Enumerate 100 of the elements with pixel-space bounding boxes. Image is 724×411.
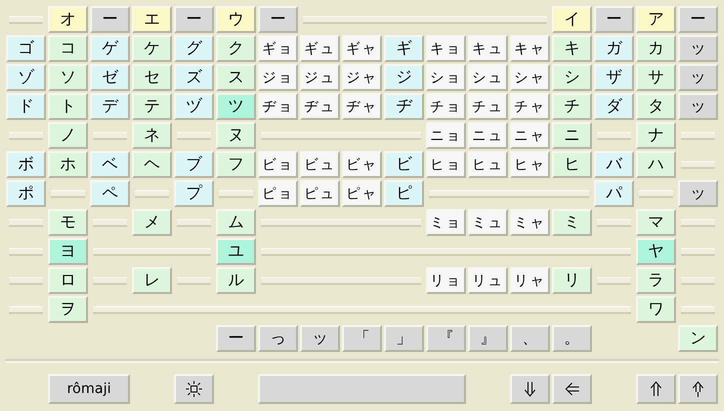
kana-key[interactable]: チ: [552, 93, 592, 120]
kana-key[interactable]: ギャ: [342, 35, 382, 62]
kana-key[interactable]: ヒャ: [510, 151, 550, 178]
kana-key[interactable]: メ: [132, 209, 172, 236]
kana-key[interactable]: キョ: [426, 35, 466, 62]
kana-key[interactable]: ジ: [384, 64, 424, 91]
kana-key[interactable]: ヘ: [132, 151, 172, 178]
kana-key[interactable]: モ: [48, 209, 88, 236]
kana-key[interactable]: ニュ: [468, 122, 508, 149]
kana-key[interactable]: ポ: [6, 180, 46, 207]
kana-key[interactable]: ニ: [552, 122, 592, 149]
kana-key[interactable]: ジュ: [300, 64, 340, 91]
kana-key[interactable]: ギョ: [258, 35, 298, 62]
kana-key[interactable]: ゲ: [90, 35, 130, 62]
kana-key[interactable]: ビョ: [258, 151, 298, 178]
kana-key[interactable]: イ: [552, 6, 592, 33]
kana-key[interactable]: チュ: [468, 93, 508, 120]
kana-key[interactable]: グ: [174, 35, 214, 62]
kana-key[interactable]: ー: [678, 6, 718, 33]
kana-key[interactable]: ヤ: [636, 238, 676, 265]
kana-key[interactable]: っ: [258, 325, 298, 352]
kana-key[interactable]: ヒュ: [468, 151, 508, 178]
kana-key[interactable]: ル: [216, 267, 256, 294]
kana-key[interactable]: サ: [636, 64, 676, 91]
kana-key[interactable]: フ: [216, 151, 256, 178]
kana-key[interactable]: タ: [636, 93, 676, 120]
kana-key[interactable]: ー: [594, 6, 634, 33]
kana-key[interactable]: ズ: [174, 64, 214, 91]
kana-key[interactable]: シュ: [468, 64, 508, 91]
kana-key[interactable]: ギ: [384, 35, 424, 62]
kana-key[interactable]: テ: [132, 93, 172, 120]
kana-key[interactable]: ア: [636, 6, 676, 33]
kana-key[interactable]: ゼ: [90, 64, 130, 91]
kana-key[interactable]: ダ: [594, 93, 634, 120]
kana-key[interactable]: 』: [468, 325, 508, 352]
kana-key[interactable]: セ: [132, 64, 172, 91]
kana-key[interactable]: マ: [636, 209, 676, 236]
double-left-arrow-button[interactable]: [552, 374, 592, 404]
kana-key[interactable]: ブ: [174, 151, 214, 178]
kana-key[interactable]: ペ: [90, 180, 130, 207]
kana-key[interactable]: キャ: [510, 35, 550, 62]
kana-key[interactable]: ピ: [384, 180, 424, 207]
kana-key[interactable]: シャ: [510, 64, 550, 91]
kana-key[interactable]: ワ: [636, 296, 676, 323]
kana-key[interactable]: ピョ: [258, 180, 298, 207]
double-up-arrow-button[interactable]: [636, 374, 676, 404]
kana-key[interactable]: 」: [384, 325, 424, 352]
kana-key[interactable]: 、: [510, 325, 550, 352]
kana-key[interactable]: ヂャ: [342, 93, 382, 120]
kana-key[interactable]: ソ: [48, 64, 88, 91]
kana-key[interactable]: チョ: [426, 93, 466, 120]
sun-button[interactable]: [174, 374, 214, 404]
kana-key[interactable]: ヌ: [216, 122, 256, 149]
kana-key[interactable]: パ: [594, 180, 634, 207]
up-arrow-button[interactable]: [678, 374, 718, 404]
kana-key[interactable]: ッ: [678, 64, 718, 91]
double-down-arrow-button[interactable]: [510, 374, 550, 404]
kana-key[interactable]: ミョ: [426, 209, 466, 236]
kana-key[interactable]: ッ: [300, 325, 340, 352]
kana-key[interactable]: ヨ: [48, 238, 88, 265]
kana-key[interactable]: ー: [174, 6, 214, 33]
kana-key[interactable]: ミャ: [510, 209, 550, 236]
kana-key[interactable]: カ: [636, 35, 676, 62]
kana-key[interactable]: ジョ: [258, 64, 298, 91]
kana-key[interactable]: ヂョ: [258, 93, 298, 120]
kana-key[interactable]: チャ: [510, 93, 550, 120]
kana-key[interactable]: ヂュ: [300, 93, 340, 120]
kana-key[interactable]: キ: [552, 35, 592, 62]
kana-key[interactable]: ム: [216, 209, 256, 236]
kana-key[interactable]: ノ: [48, 122, 88, 149]
kana-key[interactable]: ウ: [216, 6, 256, 33]
kana-key[interactable]: ギュ: [300, 35, 340, 62]
kana-key[interactable]: ー: [258, 6, 298, 33]
kana-key[interactable]: ピュ: [300, 180, 340, 207]
kana-key[interactable]: バ: [594, 151, 634, 178]
kana-key[interactable]: 「: [342, 325, 382, 352]
kana-key[interactable]: ショ: [426, 64, 466, 91]
kana-key[interactable]: ビ: [384, 151, 424, 178]
kana-key[interactable]: ド: [6, 93, 46, 120]
kana-key[interactable]: デ: [90, 93, 130, 120]
kana-key[interactable]: ス: [216, 64, 256, 91]
kana-key[interactable]: ヲ: [48, 296, 88, 323]
kana-key[interactable]: ク: [216, 35, 256, 62]
kana-key[interactable]: 。: [552, 325, 592, 352]
kana-key[interactable]: ベ: [90, 151, 130, 178]
kana-key[interactable]: ヅ: [174, 93, 214, 120]
kana-key[interactable]: ビュ: [300, 151, 340, 178]
kana-key[interactable]: ヒ: [552, 151, 592, 178]
kana-key[interactable]: ー: [216, 325, 256, 352]
kana-key[interactable]: エ: [132, 6, 172, 33]
kana-key[interactable]: シ: [552, 64, 592, 91]
kana-key[interactable]: ン: [678, 325, 718, 352]
kana-key[interactable]: ヒョ: [426, 151, 466, 178]
kana-key[interactable]: ゾ: [6, 64, 46, 91]
kana-key[interactable]: リョ: [426, 267, 466, 294]
kana-key[interactable]: ト: [48, 93, 88, 120]
kana-key[interactable]: キュ: [468, 35, 508, 62]
kana-key[interactable]: リ: [552, 267, 592, 294]
kana-key[interactable]: ユ: [216, 238, 256, 265]
kana-key[interactable]: ナ: [636, 122, 676, 149]
